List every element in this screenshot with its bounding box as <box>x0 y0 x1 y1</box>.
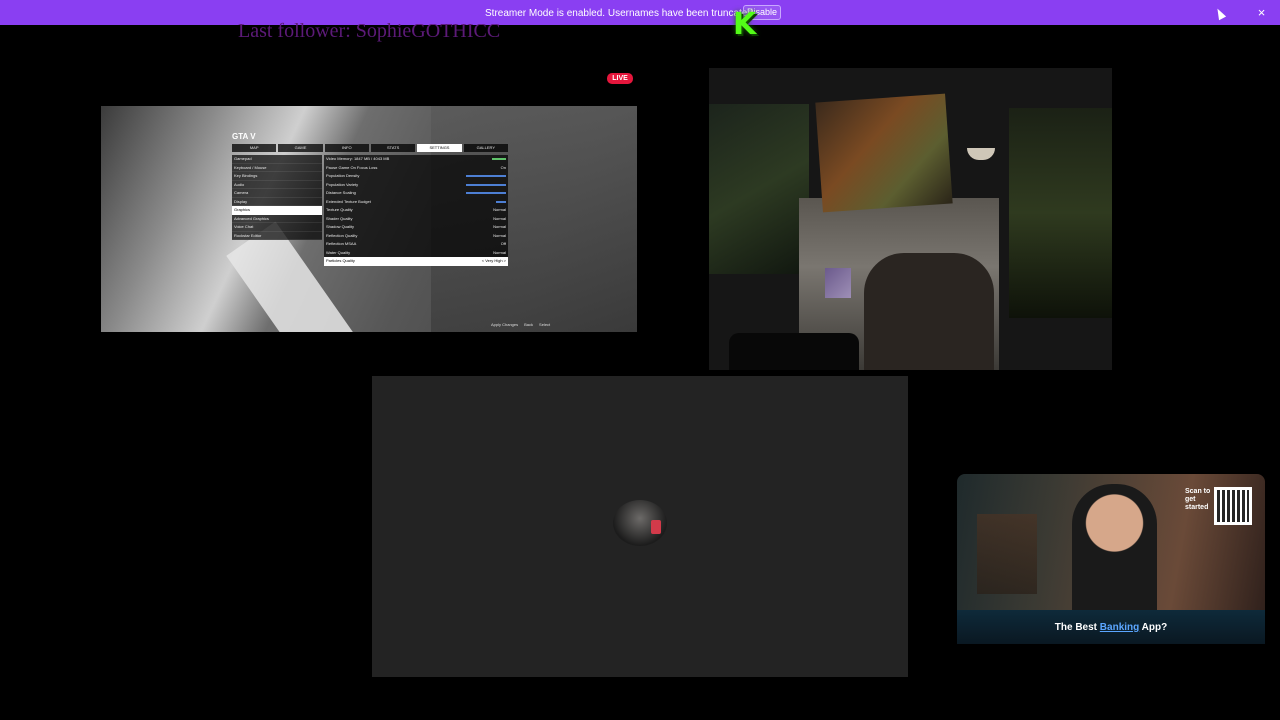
setting-label: Reflection MSAA <box>326 241 357 246</box>
game-setting-row: Population Density <box>324 172 508 181</box>
setting-label: Video Memory: 1847 MB / 4043 MB <box>326 156 390 161</box>
game-setting-row: Video Memory: 1847 MB / 4043 MB <box>324 155 508 164</box>
setting-bar <box>466 192 506 194</box>
game-tabs: MAP GAME INFO STATS SETTINGS GALLERY <box>232 144 508 152</box>
setting-label: Water Quality <box>326 249 351 255</box>
game-setting-row: Pause Game On Focus Loss On <box>324 164 508 173</box>
setting-value: Off <box>500 241 506 246</box>
game-setting-row: Reflection MSAA Off <box>324 240 508 249</box>
avatar <box>613 500 667 546</box>
close-icon[interactable]: × <box>1254 5 1269 20</box>
setting-label: Shadow Quality <box>326 224 355 229</box>
game-setting-row: Extended Texture Budget <box>324 198 508 207</box>
setting-value: Normal <box>493 224 506 229</box>
game-capture: GTA V MAP GAME INFO STATS SETTINGS GALLE… <box>101 106 637 332</box>
game-tab-active: SETTINGS <box>417 144 462 152</box>
webcam-foreground <box>729 333 859 370</box>
game-logo: GTA V <box>232 132 256 141</box>
game-setting-row: Shadow Quality Normal <box>324 223 508 232</box>
ad-headline: The Best Banking App? <box>957 622 1265 633</box>
game-settings-categories: Gamepad Keyboard / Mouse Key Bindings Au… <box>232 155 322 240</box>
ad-headline-post: App? <box>1139 622 1168 633</box>
webcam-lamp <box>967 148 995 160</box>
last-follower-text: Last follower: SophieGOTHICC <box>238 20 501 42</box>
setting-value: On <box>500 164 506 170</box>
game-category: Key Bindings <box>232 172 322 181</box>
game-pause-menu: GTA V MAP GAME INFO STATS SETTINGS GALLE… <box>232 128 508 298</box>
game-setting-row: Distance Scaling <box>324 189 508 198</box>
setting-value: < Very High > <box>481 258 506 263</box>
game-footer-hints: Apply Changes Back Select <box>491 322 550 327</box>
game-settings-list: Video Memory: 1847 MB / 4043 MB Pause Ga… <box>324 155 508 266</box>
game-setting-row: Reflection Quality Normal <box>324 232 508 241</box>
setting-label: Shader Quality <box>326 215 353 221</box>
webcam-tapestry <box>709 104 809 274</box>
setting-bar <box>496 200 506 203</box>
webcam-poster <box>825 268 851 298</box>
footer-hint: Apply Changes <box>491 322 519 327</box>
setting-value: Normal <box>493 207 506 212</box>
game-category: Gamepad <box>232 155 322 164</box>
game-category: Rockstar Editor <box>232 231 322 240</box>
footer-hint: Back <box>524 322 534 327</box>
webcam-feed <box>709 68 1112 370</box>
setting-label: Reflection Quality <box>326 232 358 238</box>
game-tab: STATS <box>370 144 416 152</box>
advertisement[interactable]: Scan to get started <box>957 474 1265 644</box>
streamer-mode-banner: Streamer Mode is enabled. Usernames have… <box>0 0 1280 25</box>
setting-bar <box>492 158 506 160</box>
setting-bar <box>466 175 506 177</box>
game-category: Keyboard / Mouse <box>232 163 322 172</box>
setting-label: Texture Quality <box>326 207 353 212</box>
game-tab: GALLERY <box>463 144 508 152</box>
game-setting-row: Population Variety <box>324 181 508 190</box>
setting-bar <box>466 183 506 186</box>
footer-hint: Select <box>539 322 551 327</box>
webcam-tapestry <box>815 93 953 213</box>
setting-value: Normal <box>493 249 506 255</box>
ad-headline-highlight: Banking <box>1099 622 1140 633</box>
kick-logo: K <box>733 7 757 42</box>
live-badge: LIVE <box>607 73 633 84</box>
game-tab: INFO <box>324 144 369 152</box>
setting-label: Pause Game On Focus Loss <box>326 164 378 170</box>
setting-value: Normal <box>493 215 506 221</box>
game-tab: MAP <box>232 144 277 152</box>
qr-code-icon[interactable] <box>1214 487 1252 525</box>
game-category: Advanced Graphics <box>232 214 322 223</box>
setting-label: Population Density <box>326 173 360 178</box>
game-tab: GAME <box>278 144 323 152</box>
setting-label: Extended Texture Budget <box>326 198 371 204</box>
avatar-accent <box>651 520 661 534</box>
setting-value: Normal <box>493 232 506 238</box>
setting-label: Distance Scaling <box>326 190 356 195</box>
ad-scan-text: Scan to get started <box>1185 488 1211 511</box>
banner-message: Streamer Mode is enabled. Usernames have… <box>485 8 756 19</box>
game-category: Camera <box>232 189 322 198</box>
ad-background-shelf <box>977 514 1037 594</box>
webcam-tapestry <box>1009 108 1112 318</box>
webcam-chair <box>864 253 994 370</box>
ad-headline-pre: The Best <box>1054 622 1100 633</box>
game-setting-row: Water Quality Normal <box>324 249 508 258</box>
setting-label: Population Variety <box>326 181 359 187</box>
game-category: Voice Chat <box>232 223 322 232</box>
game-setting-row: Shader Quality Normal <box>324 215 508 224</box>
ad-presenter <box>1072 484 1157 614</box>
setting-label: Particles Quality <box>326 258 355 263</box>
game-setting-row-active: Particles Quality < Very High > <box>324 257 508 266</box>
game-category-active: Graphics <box>232 206 322 215</box>
game-setting-row: Texture Quality Normal <box>324 206 508 215</box>
game-category: Audio <box>232 180 322 189</box>
stream-view: Streamer Mode is enabled. Usernames have… <box>0 0 1280 720</box>
game-category: Display <box>232 197 322 206</box>
